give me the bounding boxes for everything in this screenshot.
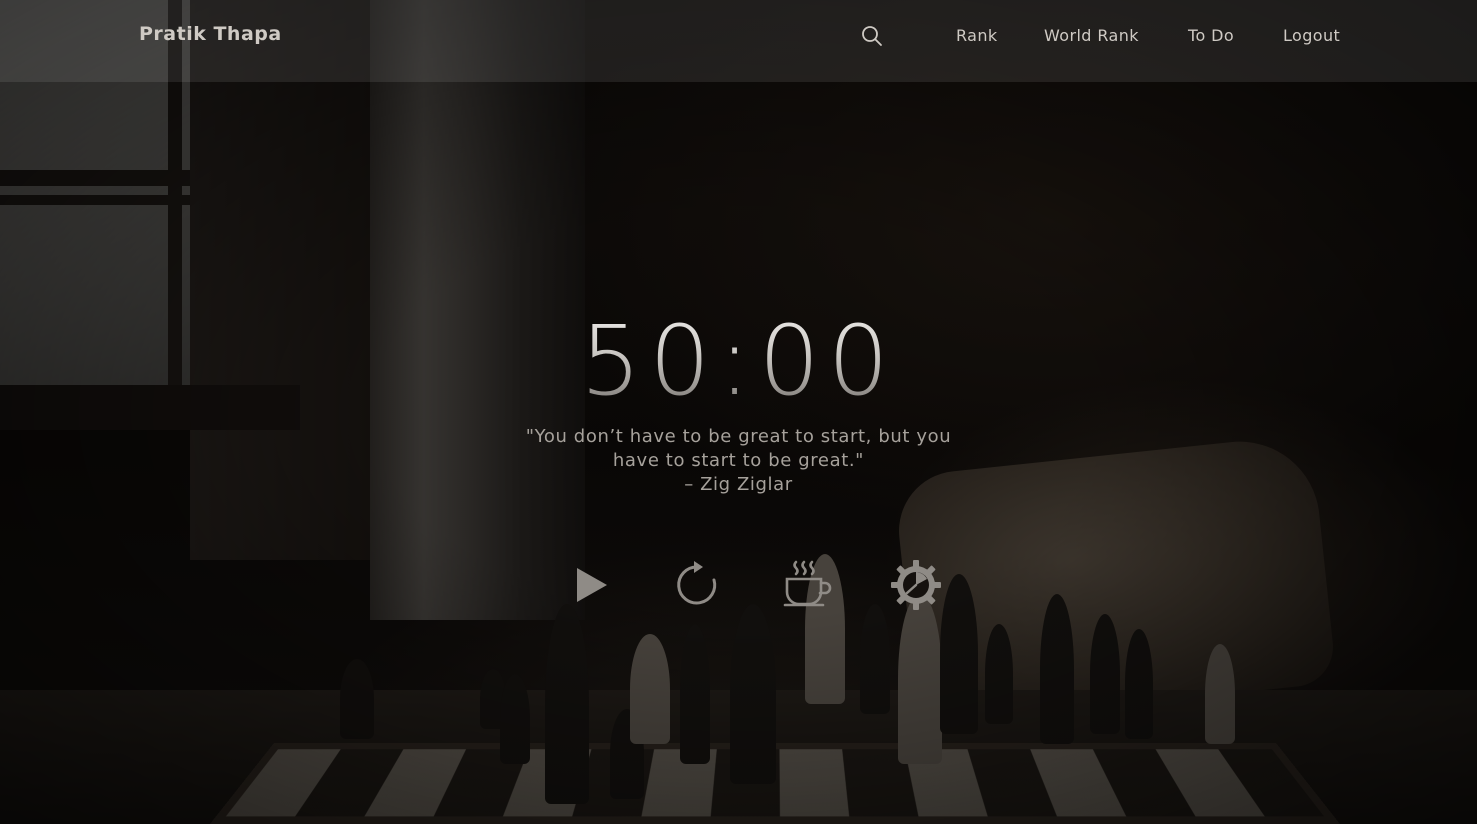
reset-icon — [677, 561, 717, 605]
top-navbar: Pratik Thapa Rank World Rank To Do Logou… — [0, 0, 1477, 82]
timer-settings-button[interactable] — [889, 558, 943, 612]
nav-logout[interactable]: Logout — [1283, 26, 1340, 45]
nav-world-rank[interactable]: World Rank — [1044, 26, 1139, 45]
nav-to-do[interactable]: To Do — [1188, 26, 1234, 45]
brand-name[interactable]: Pratik Thapa — [139, 23, 282, 45]
search-icon[interactable] — [860, 24, 884, 48]
break-button[interactable] — [780, 558, 834, 612]
settings-timer-icon — [891, 560, 941, 610]
nav-rank[interactable]: Rank — [956, 26, 998, 45]
pomodoro-timer: 50:00 — [0, 305, 1477, 417]
quote-author: – Zig Ziglar — [684, 474, 793, 495]
reset-button[interactable] — [670, 558, 724, 612]
play-icon — [577, 568, 607, 602]
coffee-break-icon — [783, 560, 832, 607]
play-button[interactable] — [563, 558, 617, 612]
quote-line-1: "You don’t have to be great to start, bu… — [525, 426, 952, 447]
motivational-quote: "You don’t have to be great to start, bu… — [0, 425, 1477, 497]
quote-line-2: have to start to be great." — [612, 450, 865, 471]
